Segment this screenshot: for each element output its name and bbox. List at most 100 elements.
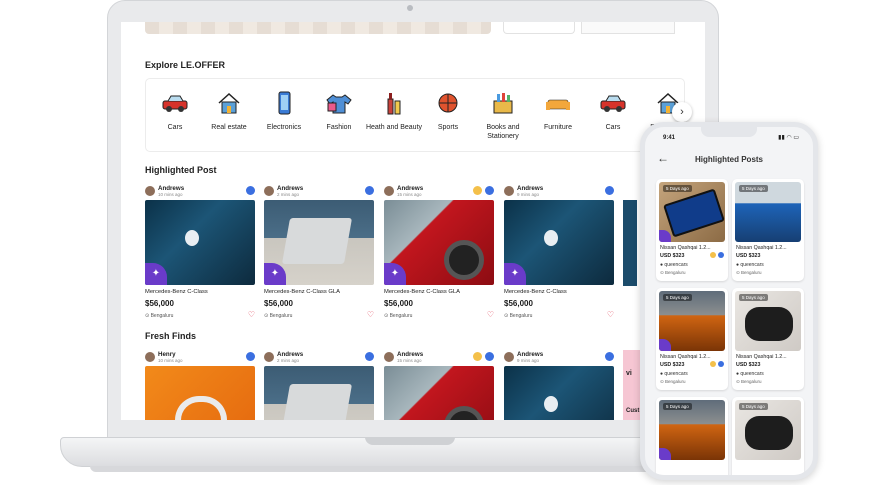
brand-logo-icon: ✦ xyxy=(504,263,526,285)
avatar xyxy=(145,352,155,362)
brand-logo-icon: ✦ xyxy=(264,263,286,285)
heart-icon[interactable]: ♡ xyxy=(367,310,374,319)
post-title: Mercedes-Benz C-Class xyxy=(504,289,567,295)
verified-badge-icon xyxy=(485,352,494,361)
category-label: Furniture xyxy=(543,124,572,131)
post-image[interactable]: 5 Days ago xyxy=(659,400,725,460)
category-furniture[interactable]: Furniture xyxy=(529,79,587,153)
post-image[interactable]: ✦ xyxy=(384,200,494,285)
post-card[interactable]: Andrews 15 mins ago ✦ Mercedes-Benz C-Cl… xyxy=(384,184,494,319)
phone-post-card[interactable]: 5 Days ago xyxy=(656,397,728,475)
post-age: 5 Days ago xyxy=(663,185,692,192)
post-title: Nissan Qashqai 1.2... xyxy=(660,354,711,360)
post-image[interactable] xyxy=(264,366,374,420)
post-image[interactable]: ✦ xyxy=(504,200,614,285)
highlighted-title: Highlighted Post xyxy=(145,165,217,175)
category-cars[interactable]: Cars xyxy=(146,79,204,153)
post-price: $56,000 xyxy=(264,299,293,308)
post-title: Mercedes-Benz C-Class xyxy=(145,289,208,295)
verified-badge-icon xyxy=(246,186,255,195)
post-age: 5 Days ago xyxy=(663,294,692,301)
username: Andrews xyxy=(277,185,304,192)
verified-badge-icon xyxy=(365,352,374,361)
category-cars-2[interactable]: Cars xyxy=(584,79,642,153)
promo-text: Cust xyxy=(626,408,640,414)
post-card-partial[interactable] xyxy=(623,186,637,326)
post-location: ⊙ Bengaluru xyxy=(660,270,686,275)
category-label: Heath and Beauty xyxy=(365,124,423,131)
cosmetics-icon xyxy=(387,93,401,115)
post-image[interactable] xyxy=(384,366,494,420)
category-real-estate[interactable]: Real estate xyxy=(200,79,258,153)
post-age: 5 Days ago xyxy=(739,403,768,410)
heart-icon[interactable]: ♡ xyxy=(487,310,494,319)
house-icon xyxy=(218,92,240,114)
post-time: 2 mins ago xyxy=(277,358,300,363)
post-time: 15 mins ago xyxy=(397,192,422,197)
post-title: Mercedes-Benz C-Class GLA xyxy=(264,289,341,295)
post-image[interactable]: 5 Days ago xyxy=(659,291,725,351)
hero-app-preview xyxy=(581,22,675,34)
category-label: Cars xyxy=(605,124,621,131)
category-next-button[interactable]: › xyxy=(672,102,692,122)
webcam xyxy=(407,5,413,11)
category-electronics[interactable]: Electronics xyxy=(255,79,313,153)
brand-logo-icon xyxy=(659,230,671,242)
category-label: Electronics xyxy=(266,124,302,131)
post-card[interactable]: Andrews 9 mins ago ✦ Mercedes-Benz C-Cla… xyxy=(504,184,614,319)
post-user: ● queencars xyxy=(660,371,688,377)
verified-badge-icon xyxy=(718,361,724,367)
heart-icon[interactable]: ♡ xyxy=(607,310,614,319)
post-title: Nissan Qashqai 1.2... xyxy=(660,245,711,251)
post-image[interactable]: 5 Days ago xyxy=(659,182,725,242)
post-card[interactable]: Andrews 2 mins ago ✦ Mercedes-Benz C-Cla… xyxy=(264,184,374,319)
post-location: ⊙ Bengaluru xyxy=(145,313,174,319)
post-image[interactable]: ✦ xyxy=(145,200,255,285)
username: Andrews xyxy=(517,351,544,358)
post-card[interactable]: Andrews 10 mins ago ✦ Mercedes-Benz C-Cl… xyxy=(145,184,255,319)
category-sports[interactable]: Sports xyxy=(419,79,477,153)
category-books-stationery[interactable]: Books and Stationery xyxy=(474,79,532,153)
fresh-card[interactable]: Andrews 2 mins ago xyxy=(264,350,374,420)
phone-post-card[interactable]: 5 Days ago Nissan Qashqai 1.2... USD $32… xyxy=(656,288,728,390)
avatar xyxy=(384,352,394,362)
category-label: Books and Stationery xyxy=(486,124,520,140)
post-price: $56,000 xyxy=(384,299,413,308)
post-price: USD $323 xyxy=(736,253,761,259)
fresh-card[interactable]: Henry 10 mins ago xyxy=(145,350,255,420)
hero-banner[interactable] xyxy=(145,22,491,34)
fresh-card[interactable]: Andrews 15 mins ago xyxy=(384,350,494,420)
phone-icon xyxy=(278,91,291,115)
fresh-finds-title: Fresh Finds xyxy=(145,331,197,341)
post-image[interactable]: 5 Days ago xyxy=(735,400,801,460)
premium-badge-icon xyxy=(710,252,716,258)
phone-post-card[interactable]: 5 Days ago Nissan Qashqai 1.2... USD $32… xyxy=(732,179,804,281)
post-image[interactable]: 5 Days ago xyxy=(735,182,801,242)
post-image[interactable]: 5 Days ago xyxy=(735,291,801,351)
category-health-beauty[interactable]: Heath and Beauty xyxy=(365,79,423,153)
post-image[interactable] xyxy=(504,366,614,420)
category-row: Cars Real estate Electronics Fashion Hea… xyxy=(145,78,686,153)
post-image[interactable] xyxy=(145,366,255,420)
phone-page-title: Highlighted Posts xyxy=(695,155,763,164)
phone-post-card[interactable]: 5 Days ago xyxy=(732,397,804,475)
post-location: ⊙ Bengaluru xyxy=(264,313,293,319)
car-icon xyxy=(600,95,626,112)
heart-icon[interactable]: ♡ xyxy=(248,310,255,319)
username: Andrews xyxy=(517,185,544,192)
verified-badge-icon xyxy=(246,352,255,361)
category-fashion[interactable]: Fashion xyxy=(310,79,368,153)
post-age: 5 Days ago xyxy=(739,185,768,192)
phone-post-card[interactable]: 5 Days ago Nissan Qashqai 1.2... USD $32… xyxy=(732,288,804,390)
post-image[interactable]: ✦ xyxy=(264,200,374,285)
post-location: ⊙ Bengaluru xyxy=(736,270,762,275)
promo-letter: vi xyxy=(626,370,632,377)
post-title: Nissan Qashqai 1.2... xyxy=(736,354,787,360)
avatar xyxy=(264,352,274,362)
verified-badge-icon xyxy=(485,186,494,195)
post-time: 9 mins ago xyxy=(517,192,540,197)
basketball-icon xyxy=(438,93,458,113)
phone-post-card[interactable]: 5 Days ago Nissan Qashqai 1.2... USD $32… xyxy=(656,179,728,281)
status-time: 9:41 xyxy=(663,135,676,141)
fresh-card[interactable]: Andrews 9 mins ago xyxy=(504,350,614,420)
